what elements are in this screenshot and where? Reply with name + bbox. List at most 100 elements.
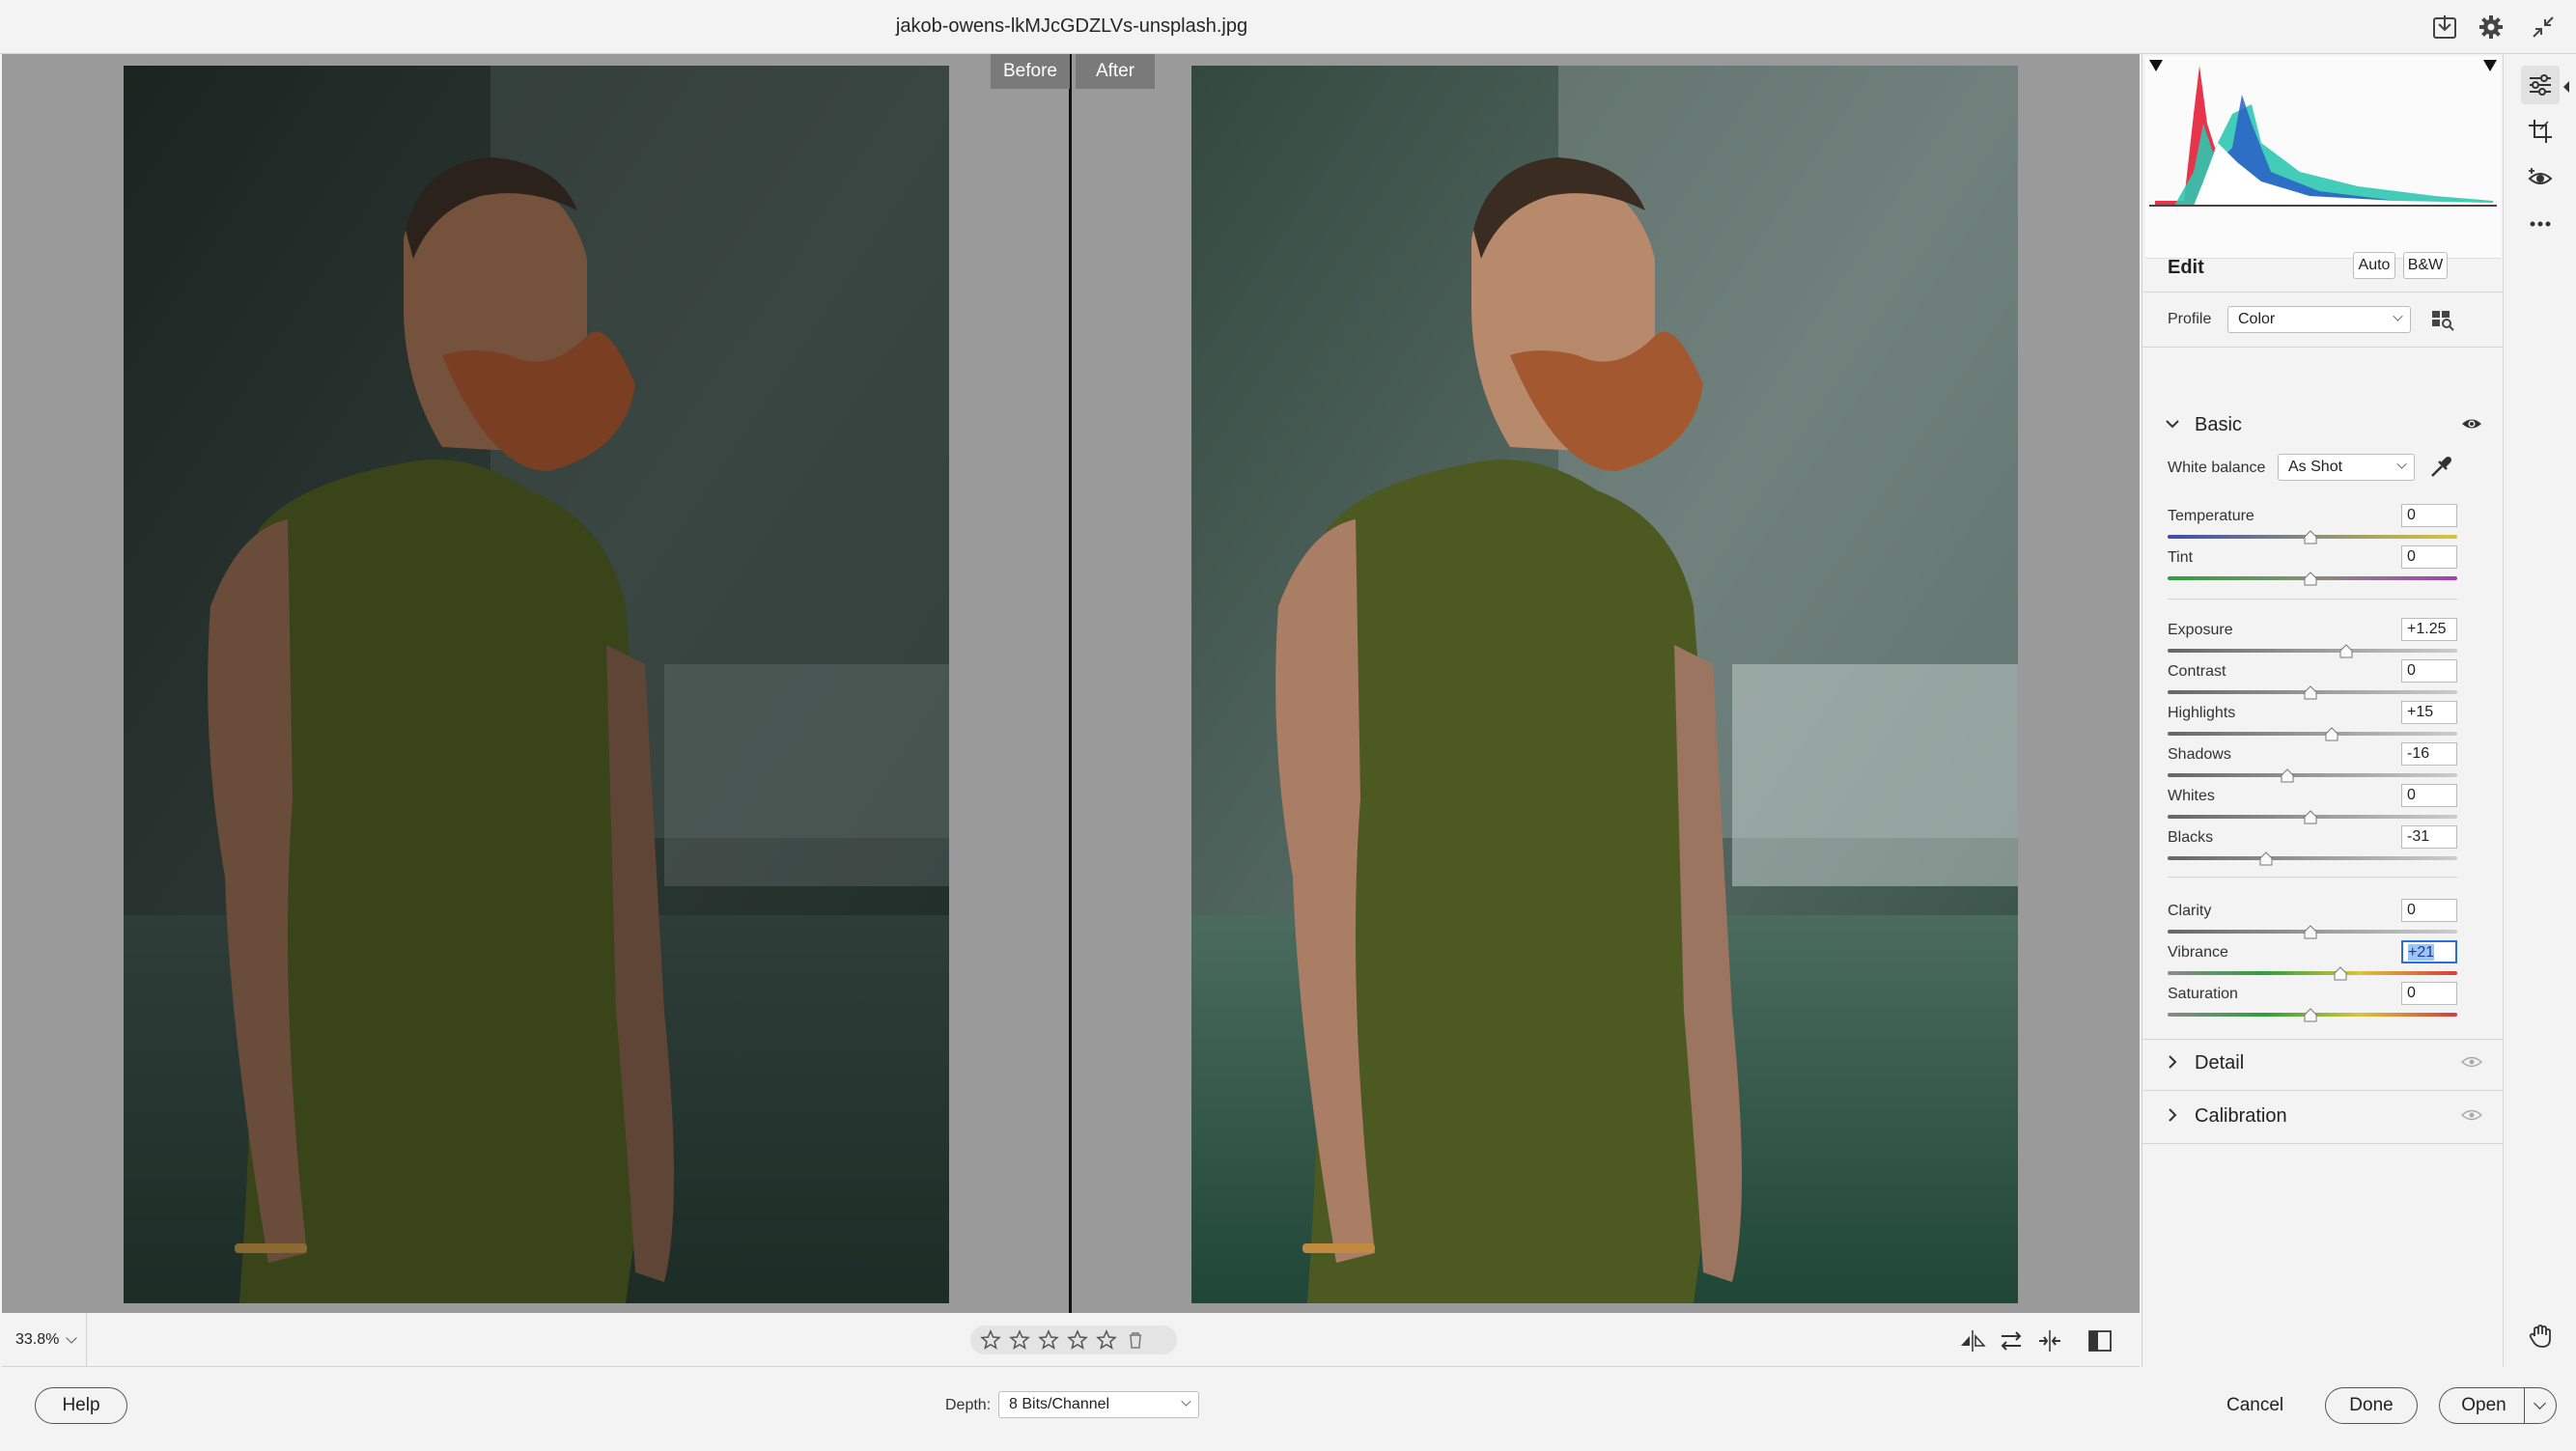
profile-browser-icon[interactable] bbox=[2430, 308, 2455, 331]
basic-section-header[interactable]: Basic bbox=[2164, 407, 2482, 442]
detail-title: Detail bbox=[2195, 1052, 2245, 1074]
saturation-slider[interactable]: Saturation 0 bbox=[2168, 982, 2457, 1026]
shadow-clipping-icon bbox=[2149, 60, 2163, 71]
window-title: jakob-owens-lkMJcGDZLVs-unsplash.jpg bbox=[895, 15, 1248, 37]
shadows-input[interactable]: -16 bbox=[2401, 742, 2457, 766]
vibrance-slider[interactable]: Vibrance +21 bbox=[2168, 940, 2457, 985]
histogram bbox=[2145, 56, 2501, 259]
whites-input[interactable]: 0 bbox=[2401, 784, 2457, 807]
chevron-right-icon bbox=[2169, 1108, 2177, 1122]
white-balance-dropdown[interactable]: As Shot bbox=[2278, 454, 2415, 481]
depth-label: Depth: bbox=[945, 1397, 992, 1413]
eye-icon[interactable] bbox=[2461, 1106, 2482, 1124]
clarity-label: Clarity bbox=[2168, 903, 2212, 919]
collapse-icon[interactable] bbox=[2528, 12, 2559, 42]
whites-slider[interactable]: Whites 0 bbox=[2168, 784, 2457, 828]
edit-sliders-icon[interactable] bbox=[2521, 66, 2560, 104]
before-image bbox=[124, 66, 949, 1303]
star-2[interactable] bbox=[1009, 1329, 1030, 1351]
tint-label: Tint bbox=[2168, 549, 2194, 566]
contrast-slider[interactable]: Contrast 0 bbox=[2168, 659, 2457, 704]
eye-icon[interactable] bbox=[2461, 415, 2482, 433]
active-tool-indicator bbox=[2563, 81, 2569, 93]
temperature-label: Temperature bbox=[2168, 508, 2254, 524]
cancel-button[interactable]: Cancel bbox=[2226, 1395, 2283, 1416]
shadows-label: Shadows bbox=[2168, 746, 2231, 763]
shadows-slider[interactable]: Shadows -16 bbox=[2168, 742, 2457, 787]
zoom-value: 33.8% bbox=[15, 1331, 60, 1348]
chevron-down-icon bbox=[2534, 1397, 2546, 1409]
crop-icon[interactable] bbox=[2521, 112, 2560, 151]
vibrance-label: Vibrance bbox=[2168, 944, 2228, 961]
star-5[interactable] bbox=[1096, 1329, 1117, 1351]
exposure-input[interactable]: +1.25 bbox=[2401, 618, 2457, 641]
edit-title: Edit bbox=[2168, 257, 2204, 278]
highlights-slider[interactable]: Highlights +15 bbox=[2168, 701, 2457, 745]
tool-strip bbox=[2503, 54, 2576, 1367]
clarity-slider[interactable]: Clarity 0 bbox=[2168, 899, 2457, 943]
depth-dropdown[interactable]: 8 Bits/Channel bbox=[998, 1391, 1199, 1418]
detail-section-header[interactable]: Detail bbox=[2164, 1046, 2482, 1080]
more-icon[interactable] bbox=[2521, 205, 2560, 243]
blacks-label: Blacks bbox=[2168, 829, 2214, 846]
star-3[interactable] bbox=[1038, 1329, 1059, 1351]
after-label: After bbox=[1076, 54, 1155, 89]
before-label: Before bbox=[991, 54, 1070, 89]
tint-input[interactable]: 0 bbox=[2401, 545, 2457, 569]
clarity-input[interactable]: 0 bbox=[2401, 899, 2457, 922]
star-1[interactable] bbox=[980, 1329, 1001, 1351]
exposure-slider[interactable]: Exposure +1.25 bbox=[2168, 618, 2457, 662]
saturation-input[interactable]: 0 bbox=[2401, 982, 2457, 1005]
image-canvas[interactable]: Before After bbox=[2, 54, 2140, 1313]
save-icon[interactable] bbox=[2429, 12, 2460, 42]
open-menu-button[interactable] bbox=[2524, 1387, 2557, 1424]
depth-value: 8 Bits/Channel bbox=[1009, 1396, 1110, 1412]
zoom-dropdown[interactable]: 33.8% bbox=[2, 1313, 87, 1367]
vibrance-input[interactable]: +21 bbox=[2401, 940, 2457, 963]
highlights-input[interactable]: +15 bbox=[2401, 701, 2457, 724]
hand-icon[interactable] bbox=[2521, 1317, 2560, 1355]
contrast-input[interactable]: 0 bbox=[2401, 659, 2457, 683]
trash-icon[interactable] bbox=[1125, 1329, 1146, 1351]
basic-title: Basic bbox=[2195, 414, 2242, 435]
eye-icon[interactable] bbox=[2461, 1053, 2482, 1071]
star-rating[interactable] bbox=[970, 1325, 1177, 1354]
profile-label: Profile bbox=[2168, 311, 2212, 327]
bottom-toolbar: 33.8% bbox=[2, 1313, 2140, 1367]
vibrance-value: +21 bbox=[2408, 944, 2435, 961]
cycle-views-icon[interactable] bbox=[1958, 1326, 1987, 1355]
contrast-label: Contrast bbox=[2168, 663, 2226, 680]
exposure-label: Exposure bbox=[2168, 622, 2233, 638]
open-button[interactable]: Open bbox=[2439, 1387, 2528, 1424]
temperature-slider[interactable]: Temperature 0 bbox=[2168, 504, 2457, 548]
bw-button[interactable]: B&W bbox=[2403, 252, 2448, 279]
white-balance-value: As Shot bbox=[2288, 459, 2343, 475]
after-image bbox=[1191, 66, 2018, 1303]
star-4[interactable] bbox=[1067, 1329, 1088, 1351]
highlight-clipping-icon bbox=[2483, 60, 2497, 71]
calibration-section-header[interactable]: Calibration bbox=[2164, 1099, 2482, 1133]
temperature-input[interactable]: 0 bbox=[2401, 504, 2457, 527]
edit-panel: Edit Auto B&W Profile Color Basic White … bbox=[2142, 54, 2504, 1367]
done-button[interactable]: Done bbox=[2325, 1387, 2418, 1424]
saturation-label: Saturation bbox=[2168, 986, 2238, 1002]
tint-slider[interactable]: Tint 0 bbox=[2168, 545, 2457, 590]
swap-icon[interactable] bbox=[1997, 1326, 2026, 1355]
copy-settings-icon[interactable] bbox=[2035, 1326, 2064, 1355]
calibration-title: Calibration bbox=[2195, 1105, 2287, 1127]
footer: Help Depth: 8 Bits/Channel Cancel Done O… bbox=[0, 1368, 2576, 1451]
white-balance-label: White balance bbox=[2168, 460, 2266, 476]
chevron-down-icon bbox=[2166, 420, 2179, 429]
blacks-slider[interactable]: Blacks -31 bbox=[2168, 825, 2457, 870]
before-after-toggle-icon[interactable] bbox=[2086, 1326, 2114, 1355]
profile-dropdown[interactable]: Color bbox=[2227, 306, 2411, 333]
gear-icon[interactable] bbox=[2476, 12, 2506, 42]
red-eye-icon[interactable] bbox=[2521, 158, 2560, 197]
help-button[interactable]: Help bbox=[35, 1387, 127, 1424]
profile-value: Color bbox=[2238, 311, 2276, 327]
auto-button[interactable]: Auto bbox=[2353, 252, 2395, 279]
chevron-right-icon bbox=[2169, 1055, 2177, 1069]
blacks-input[interactable]: -31 bbox=[2401, 825, 2457, 849]
highlights-label: Highlights bbox=[2168, 705, 2236, 721]
eyedropper-icon[interactable] bbox=[2428, 453, 2453, 480]
